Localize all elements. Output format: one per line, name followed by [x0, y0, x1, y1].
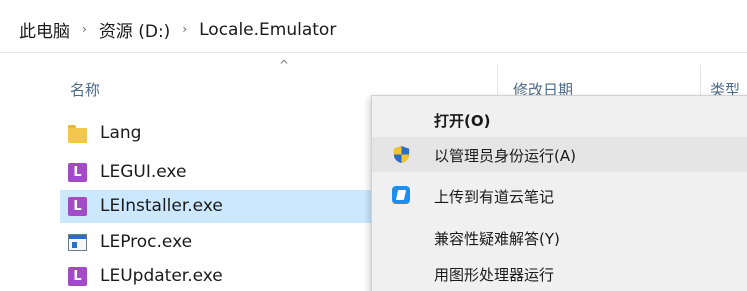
- file-name: LEUpdater.exe: [100, 266, 223, 286]
- chevron-right-icon[interactable]: ›: [73, 22, 96, 36]
- le-app-icon: L: [68, 163, 87, 182]
- file-name: LEInstaller.exe: [100, 196, 223, 216]
- list-item-leinstaller[interactable]: L LEInstaller.exe: [60, 190, 372, 223]
- breadcrumb-drive-d[interactable]: 资源 (D:): [96, 17, 174, 42]
- menu-item-run-with-gpu[interactable]: 用图形处理器运行: [372, 256, 747, 291]
- column-header-name[interactable]: 名称: [70, 79, 100, 100]
- list-item-legui[interactable]: L LEGUI.exe: [60, 156, 372, 189]
- menu-item-label: 兼容性疑难解答(Y): [434, 230, 560, 248]
- folder-icon: [68, 124, 87, 143]
- file-explorer-window: 此电脑 › 资源 (D:) › Locale.Emulator ^ 名称 修改日…: [0, 0, 747, 291]
- file-name: Lang: [100, 123, 142, 143]
- breadcrumb: 此电脑 › 资源 (D:) › Locale.Emulator: [16, 17, 339, 43]
- shield-icon: [392, 145, 411, 164]
- menu-item-label: 用图形处理器运行: [434, 266, 555, 284]
- breadcrumb-locale-emulator[interactable]: Locale.Emulator: [196, 20, 339, 40]
- menu-item-label: 以管理员身份运行(A): [434, 147, 576, 165]
- menu-item-open[interactable]: 打开(O): [372, 102, 747, 137]
- menu-item-compatibility-troubleshoot[interactable]: 兼容性疑难解答(Y): [372, 220, 747, 255]
- context-menu: 打开(O) 以管理员身份运行(A) 上传到有道云笔记 兼容性疑难解答(Y) 用图…: [371, 95, 747, 291]
- menu-item-run-as-admin[interactable]: 以管理员身份运行(A): [372, 137, 747, 172]
- list-item-leupdater[interactable]: L LEUpdater.exe: [60, 260, 372, 291]
- list-item-leproc[interactable]: LEProc.exe: [60, 226, 372, 259]
- chevron-right-icon[interactable]: ›: [173, 22, 196, 36]
- le-app-icon: L: [68, 197, 87, 216]
- address-bar[interactable]: 此电脑 › 资源 (D:) › Locale.Emulator: [0, 0, 747, 53]
- menu-item-label: 上传到有道云笔记: [434, 188, 555, 206]
- window-app-icon: [68, 233, 87, 252]
- menu-item-label: 打开(O): [434, 112, 491, 130]
- breadcrumb-this-pc[interactable]: 此电脑: [16, 17, 73, 42]
- le-app-icon: L: [68, 267, 87, 286]
- file-name: LEProc.exe: [100, 232, 193, 252]
- list-item-lang[interactable]: Lang: [60, 117, 372, 150]
- file-name: LEGUI.exe: [100, 162, 187, 182]
- youdao-note-icon: [392, 186, 411, 205]
- sort-ascending-icon: ^: [279, 58, 290, 72]
- menu-item-upload-youdao[interactable]: 上传到有道云笔记: [372, 178, 747, 213]
